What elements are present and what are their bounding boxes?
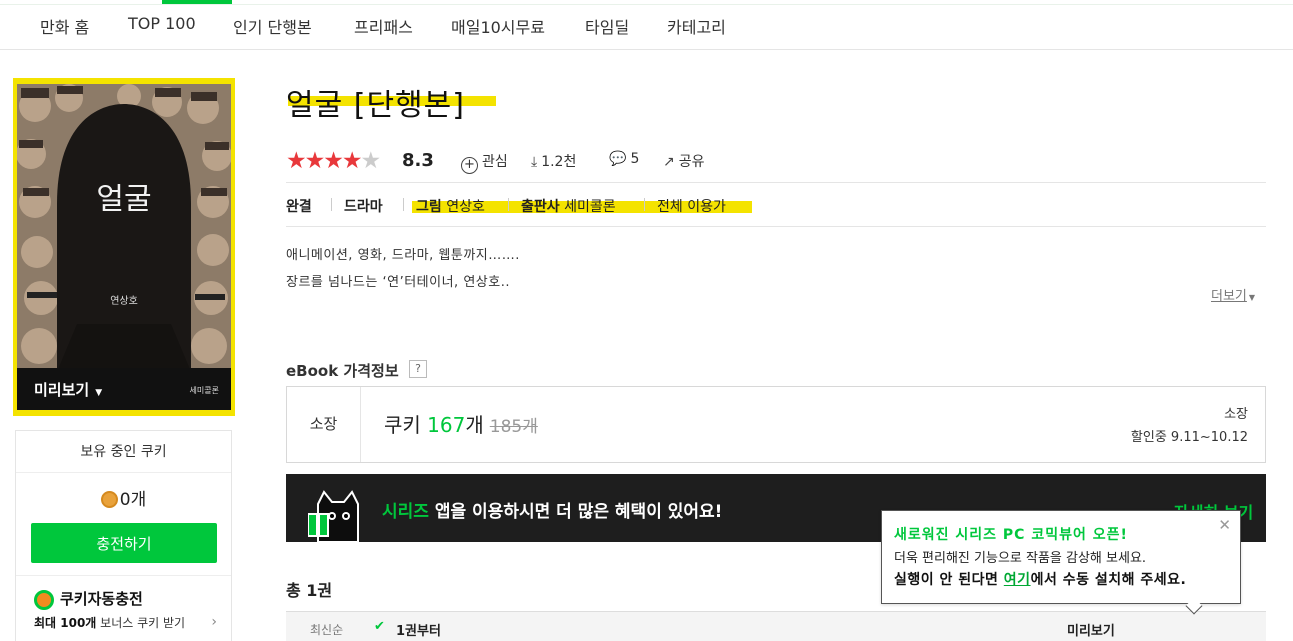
cookie-panel: 보유 중인 쿠키 0개 충전하기 쿠키자동충전 최대 100개 보너스 쿠키 받…: [15, 430, 232, 641]
viewer-notice-popup: ✕ 새로워진 시리즈 PC 코믹뷰어 오픈! 더욱 편리해진 기능으로 작품을 …: [881, 510, 1241, 615]
preview-button[interactable]: 미리보기 ▼: [34, 379, 102, 400]
genre-tag[interactable]: 드라마: [344, 196, 383, 216]
age-rating: 전체 이용가: [657, 199, 726, 215]
caret-down-icon: ▼: [1248, 293, 1256, 302]
art-credit[interactable]: 그림 연상호: [416, 196, 485, 216]
sort-latest[interactable]: 최신순: [310, 621, 343, 638]
sort-from-first[interactable]: 1권부터: [396, 620, 441, 639]
divider: [286, 182, 1266, 183]
share-icon: ↗: [663, 154, 675, 170]
popup-message: 더욱 편리해진 기능으로 작품을 감상해 보세요.: [894, 551, 1147, 566]
cover-illustration: 얼굴 연상호: [17, 84, 231, 410]
nav-daily-free[interactable]: 매일10시무료: [451, 14, 545, 38]
price-value: 쿠키 167개 185개: [384, 413, 538, 437]
rating-stars: ★★★★★: [286, 148, 381, 174]
cookie-title: 보유 중인 쿠키: [16, 431, 231, 473]
volume-list-header: 최신순 ✔ 1권부터 미리보기: [286, 611, 1266, 641]
discount-period: 할인중 9.11~10.12: [1130, 430, 1248, 445]
close-icon[interactable]: ✕: [1218, 516, 1231, 534]
ebook-price-heading: eBook 가격정보: [286, 362, 399, 380]
check-icon: ✔: [374, 619, 385, 634]
download-count: ⤓ 1.2천: [531, 154, 577, 170]
publisher-credit[interactable]: 출판사 세미콜론: [521, 196, 616, 216]
price-type: 소장: [1224, 407, 1248, 422]
nav-category[interactable]: 카테고리: [667, 14, 726, 38]
nav-comic-home[interactable]: 만화 홈: [40, 14, 89, 38]
main-nav: 만화 홈 TOP 100 인기 단행본 프리패스 매일10시무료 타임딜 카테고…: [0, 6, 1293, 50]
chevron-right-icon: ›: [211, 614, 217, 630]
comment-icon: 💬: [609, 151, 627, 167]
popup-headline: 새로워진 시리즈 PC 코믹뷰어 오픈!: [894, 527, 1128, 543]
synopsis-line: 애니메이션, 영화, 드라마, 웹툰까지…….: [286, 248, 520, 263]
synopsis-line: 장르를 넘나드는 ‘연’터테이너, 연상호..: [286, 275, 510, 290]
auto-charge-subtitle: 최대 100개 보너스 쿠키 받기: [34, 616, 186, 630]
page-title: 얼굴 [단행본]: [286, 88, 465, 123]
preview-column-header: 미리보기: [1067, 624, 1115, 639]
banner-text: 시리즈 앱을 이용하시면 더 많은 혜택이 있어요!: [382, 502, 723, 522]
cookie-icon: [100, 491, 118, 508]
interest-button[interactable]: + 관심: [461, 151, 508, 174]
svg-text:얼굴: 얼굴: [96, 182, 151, 217]
share-button[interactable]: ↗ 공유: [663, 151, 705, 171]
rating-score: 8.3: [402, 150, 434, 171]
more-button[interactable]: 더보기 ▼: [1211, 285, 1255, 304]
auto-charge-icon: [34, 590, 54, 610]
publisher-logo: 세미콜론: [189, 386, 219, 395]
own-label: 소장: [287, 387, 361, 462]
auto-charge-title: 쿠키자동충전: [60, 590, 143, 608]
original-price: 185개: [489, 417, 538, 437]
cookie-count: 0개: [16, 485, 231, 510]
download-icon: ⤓: [531, 154, 538, 170]
nav-timedeal[interactable]: 타임딜: [585, 14, 629, 38]
price-option[interactable]: 소장 쿠키 167개 185개 소장 할인중 9.11~10.12: [286, 386, 1266, 463]
divider: [286, 226, 1266, 227]
comments-button[interactable]: 💬 5: [609, 151, 639, 167]
help-icon[interactable]: ?: [409, 360, 427, 378]
popup-install-hint: 실행이 안 된다면 여기에서 수동 설치해 주세요.: [894, 572, 1187, 588]
nav-top100[interactable]: TOP 100: [128, 14, 196, 33]
preview-bar: 미리보기 ▼ 세미콜론: [17, 368, 231, 410]
plus-circle-icon: +: [461, 157, 478, 174]
auto-charge-link[interactable]: 쿠키자동충전 최대 100개 보너스 쿠키 받기 ›: [16, 575, 231, 641]
svg-text:연상호: 연상호: [110, 295, 138, 307]
caret-down-icon: ▼: [95, 388, 103, 398]
status-tag: 완결: [286, 199, 312, 215]
nav-freepass[interactable]: 프리패스: [354, 14, 413, 38]
charge-button[interactable]: 충전하기: [31, 523, 217, 563]
manual-install-link[interactable]: 여기: [1004, 572, 1031, 588]
cat-mascot-icon: [308, 490, 359, 542]
nav-popular-volumes[interactable]: 인기 단행본: [233, 14, 312, 38]
volume-total: 총 1권: [286, 581, 333, 600]
book-cover[interactable]: 얼굴 연상호 미리보기 ▼ 세미콜론: [17, 84, 231, 410]
book-cover-frame: 얼굴 연상호 미리보기 ▼ 세미콜론: [13, 78, 235, 416]
